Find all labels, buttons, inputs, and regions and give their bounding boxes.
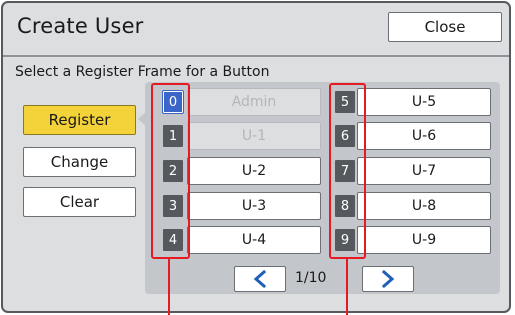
register-slot-9[interactable]: U-9 bbox=[357, 226, 491, 254]
register-slot-2[interactable]: U-2 bbox=[187, 157, 321, 185]
chevron-left-icon bbox=[253, 270, 267, 288]
chevron-right-icon bbox=[381, 270, 395, 288]
register-slot-4[interactable]: U-4 bbox=[187, 226, 321, 254]
page-title: Create User bbox=[17, 14, 144, 38]
header: Create User Close bbox=[3, 3, 509, 51]
change-button[interactable]: Change bbox=[23, 147, 136, 177]
prev-page-button[interactable] bbox=[234, 266, 286, 292]
next-page-button[interactable] bbox=[362, 266, 414, 292]
register-slot-7[interactable]: U-7 bbox=[357, 157, 491, 185]
register-button[interactable]: Register bbox=[23, 105, 136, 135]
header-divider bbox=[3, 55, 509, 57]
register-slot-3[interactable]: U-3 bbox=[187, 192, 321, 220]
register-slot-5[interactable]: U-5 bbox=[357, 88, 491, 116]
register-pointer bbox=[138, 112, 146, 126]
page-indicator: 1/10 bbox=[295, 270, 327, 286]
close-button[interactable]: Close bbox=[388, 12, 502, 42]
register-slot-1[interactable]: U-1 bbox=[187, 122, 321, 150]
callout-line-right bbox=[346, 259, 348, 315]
register-slot-6[interactable]: U-6 bbox=[357, 122, 491, 150]
number-column-highlight-left bbox=[151, 83, 190, 259]
clear-button[interactable]: Clear bbox=[23, 187, 136, 217]
callout-line-left bbox=[168, 259, 170, 315]
register-slot-8[interactable]: U-8 bbox=[357, 192, 491, 220]
number-column-highlight-right bbox=[329, 83, 366, 259]
instruction-text: Select a Register Frame for a Button bbox=[15, 64, 270, 80]
register-slot-0[interactable]: Admin bbox=[187, 88, 321, 116]
